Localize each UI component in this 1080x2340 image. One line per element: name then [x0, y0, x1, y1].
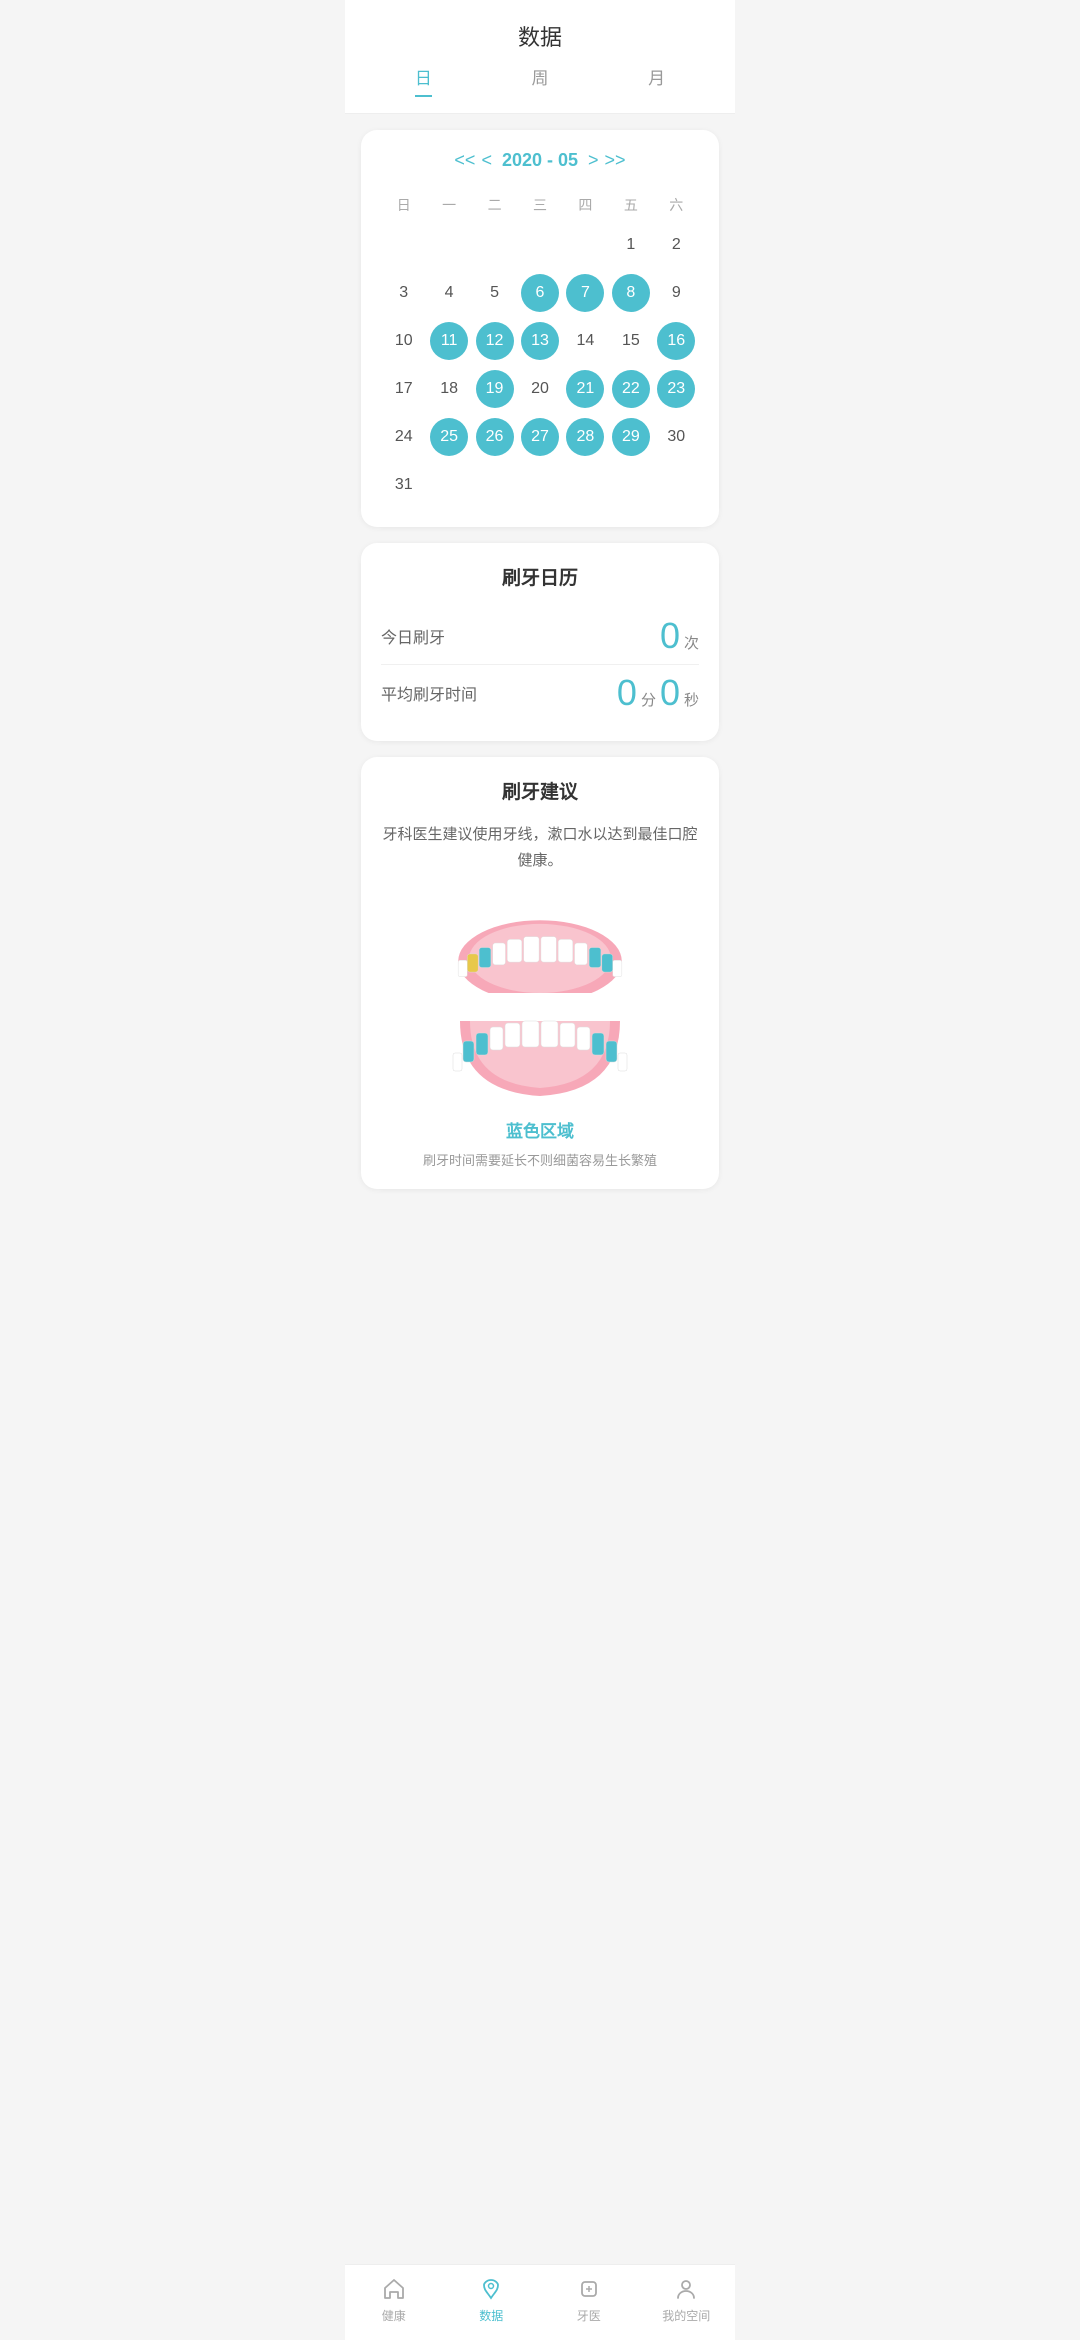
sec-unit: 秒 — [684, 689, 699, 710]
home-icon — [380, 2275, 408, 2303]
calendar-day[interactable] — [608, 463, 653, 507]
nav-health-label: 健康 — [382, 2307, 406, 2324]
min-unit: 分 — [641, 689, 656, 710]
main-content: << < 2020 - 05 > >> 日 一 二 三 四 五 六 123456… — [345, 114, 735, 1285]
nav-dentist-label: 牙医 — [577, 2307, 601, 2324]
brushing-advice-title: 刷牙建议 — [381, 777, 699, 804]
calendar-day[interactable]: 4 — [426, 271, 471, 315]
tab-month[interactable]: 月 — [648, 64, 665, 97]
brushing-calendar-title: 刷牙日历 — [381, 563, 699, 590]
tab-week[interactable]: 周 — [531, 64, 548, 97]
today-brush-value: 0 次 — [660, 618, 699, 654]
dow-wed: 三 — [517, 187, 562, 223]
next-btn[interactable]: > — [588, 150, 599, 171]
calendar-day[interactable]: 25 — [430, 418, 468, 456]
calendar-day[interactable]: 26 — [476, 418, 514, 456]
calendar-day[interactable]: 1 — [608, 223, 653, 267]
calendar-day[interactable]: 24 — [381, 415, 426, 459]
calendar-day[interactable]: 8 — [612, 274, 650, 312]
nav-data-label: 数据 — [479, 2307, 503, 2324]
calendar-day[interactable]: 6 — [521, 274, 559, 312]
calendar-day[interactable] — [381, 223, 426, 267]
profile-icon — [672, 2275, 700, 2303]
data-icon — [477, 2275, 505, 2303]
calendar-day[interactable] — [472, 223, 517, 267]
year-month-label: 2020 - 05 — [502, 150, 578, 171]
calendar-day[interactable]: 7 — [566, 274, 604, 312]
calendar-card: << < 2020 - 05 > >> 日 一 二 三 四 五 六 123456… — [361, 130, 719, 527]
calendar-day[interactable]: 27 — [521, 418, 559, 456]
today-brush-num: 0 — [660, 618, 680, 654]
bottom-nav: 健康 数据 牙医 我的空间 — [345, 2264, 735, 2340]
teeth-illustration — [381, 893, 699, 1101]
lower-teeth-svg — [440, 1001, 640, 1101]
calendar-day[interactable]: 14 — [563, 319, 608, 363]
calendar-day[interactable]: 31 — [381, 463, 426, 507]
calendar-grid: 日 一 二 三 四 五 六 — [381, 187, 699, 223]
calendar-day[interactable] — [563, 223, 608, 267]
dow-fri: 五 — [608, 187, 653, 223]
dow-sun: 日 — [381, 187, 426, 223]
prev-prev-btn[interactable]: << — [454, 150, 475, 171]
nav-health[interactable]: 健康 — [364, 2275, 424, 2324]
tab-day[interactable]: 日 — [415, 64, 432, 97]
calendar-day[interactable] — [472, 463, 517, 507]
calendar-day[interactable] — [517, 463, 562, 507]
prev-btn[interactable]: < — [481, 150, 492, 171]
calendar-day[interactable]: 18 — [426, 367, 471, 411]
today-brush-row: 今日刷牙 0 次 — [381, 608, 699, 665]
nav-dentist[interactable]: 牙医 — [559, 2275, 619, 2324]
today-brush-unit: 次 — [684, 632, 699, 653]
calendar-day[interactable] — [426, 223, 471, 267]
calendar-day[interactable]: 16 — [657, 322, 695, 360]
calendar-day[interactable]: 20 — [517, 367, 562, 411]
brushing-calendar-card: 刷牙日历 今日刷牙 0 次 平均刷牙时间 0 分 0 秒 — [361, 543, 719, 741]
tab-bar: 日 周 月 — [345, 64, 735, 114]
calendar-nav: << < 2020 - 05 > >> — [381, 150, 699, 171]
calendar-day[interactable] — [654, 463, 699, 507]
calendar-day[interactable]: 29 — [612, 418, 650, 456]
tooth-icon — [575, 2275, 603, 2303]
calendar-day[interactable]: 30 — [654, 415, 699, 459]
dow-tue: 二 — [472, 187, 517, 223]
calendar-day[interactable]: 9 — [654, 271, 699, 315]
calendar-day[interactable]: 2 — [654, 223, 699, 267]
calendar-day[interactable]: 15 — [608, 319, 653, 363]
nav-data[interactable]: 数据 — [461, 2275, 521, 2324]
dow-thu: 四 — [563, 187, 608, 223]
nav-myspace-label: 我的空间 — [662, 2307, 710, 2324]
calendar-day[interactable]: 23 — [657, 370, 695, 408]
calendar-day[interactable] — [563, 463, 608, 507]
today-brush-label: 今日刷牙 — [381, 624, 445, 648]
calendar-day[interactable]: 17 — [381, 367, 426, 411]
avg-seconds-num: 0 — [660, 675, 680, 711]
calendar-day[interactable] — [426, 463, 471, 507]
calendar-day[interactable]: 3 — [381, 271, 426, 315]
page-title: 数据 — [345, 0, 735, 64]
calendar-day[interactable]: 13 — [521, 322, 559, 360]
blue-area-label: 蓝色区域 — [381, 1117, 699, 1142]
avg-brush-row: 平均刷牙时间 0 分 0 秒 — [381, 665, 699, 721]
next-next-btn[interactable]: >> — [605, 150, 626, 171]
brushing-advice-card: 刷牙建议 牙科医生建议使用牙线，漱口水以达到最佳口腔健康。 — [361, 757, 719, 1189]
calendar-day[interactable]: 21 — [566, 370, 604, 408]
avg-minutes-num: 0 — [617, 675, 637, 711]
calendar-days: 1234567891011121314151617181920212223242… — [381, 223, 699, 507]
upper-teeth-svg — [440, 893, 640, 993]
dow-mon: 一 — [426, 187, 471, 223]
calendar-day[interactable]: 22 — [612, 370, 650, 408]
avg-brush-value: 0 分 0 秒 — [617, 675, 699, 711]
calendar-day[interactable]: 12 — [476, 322, 514, 360]
advice-text: 牙科医生建议使用牙线，漱口水以达到最佳口腔健康。 — [381, 822, 699, 873]
calendar-day[interactable]: 28 — [566, 418, 604, 456]
dow-sat: 六 — [654, 187, 699, 223]
nav-myspace[interactable]: 我的空间 — [656, 2275, 716, 2324]
calendar-day[interactable] — [517, 223, 562, 267]
calendar-day[interactable]: 10 — [381, 319, 426, 363]
calendar-day[interactable]: 11 — [430, 322, 468, 360]
avg-brush-label: 平均刷牙时间 — [381, 681, 477, 705]
advice-sub-text: 刷牙时间需要延长不则细菌容易生长繁殖 — [381, 1150, 699, 1169]
calendar-day[interactable]: 5 — [472, 271, 517, 315]
calendar-day[interactable]: 19 — [476, 370, 514, 408]
